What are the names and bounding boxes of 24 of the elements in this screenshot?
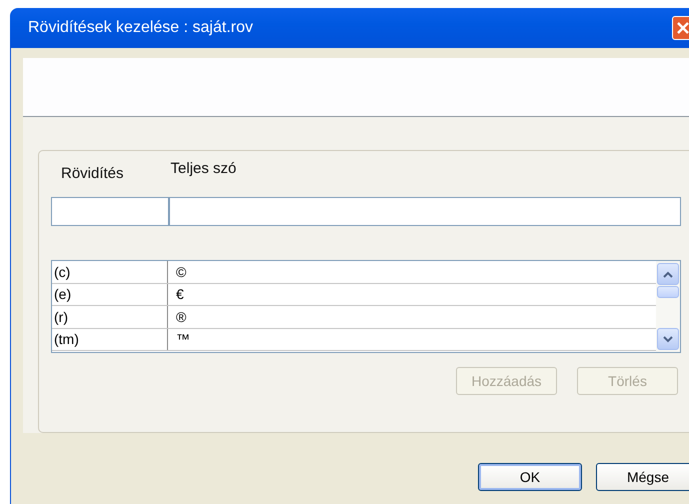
chevron-down-icon bbox=[663, 336, 673, 342]
column-label: Teljes szó bbox=[170, 160, 236, 177]
cancel-button[interactable]: Mégse bbox=[596, 463, 689, 491]
abbreviation-field[interactable] bbox=[51, 197, 169, 226]
close-button[interactable] bbox=[672, 16, 689, 40]
scrollbar[interactable] bbox=[656, 261, 680, 352]
full-word-field[interactable] bbox=[169, 197, 681, 226]
table-cell: (tm) bbox=[52, 328, 168, 350]
table-cell-text: ® bbox=[175, 308, 186, 325]
table-cell: (c) bbox=[52, 261, 168, 282]
ok-button[interactable]: OK bbox=[478, 463, 582, 491]
scroll-up-button[interactable] bbox=[657, 263, 679, 285]
window-title: Rövidítések kezelése : saját.rov bbox=[28, 19, 253, 37]
chevron-up-icon bbox=[663, 270, 673, 278]
table-cell: (r) bbox=[52, 306, 168, 328]
scroll-thumb[interactable] bbox=[657, 286, 679, 298]
table-cell-text: ™ bbox=[175, 331, 190, 348]
table-cell: (e) bbox=[52, 284, 168, 305]
abbreviation-list[interactable]: (c) © (e) € (r) ® (tm) ™ bbox=[51, 260, 681, 353]
close-icon bbox=[676, 21, 689, 35]
table-cell-text: © bbox=[175, 264, 186, 280]
table-cell-text: € bbox=[175, 286, 184, 302]
column-label: Rövidítés bbox=[61, 165, 124, 182]
scroll-down-button[interactable] bbox=[657, 328, 679, 350]
